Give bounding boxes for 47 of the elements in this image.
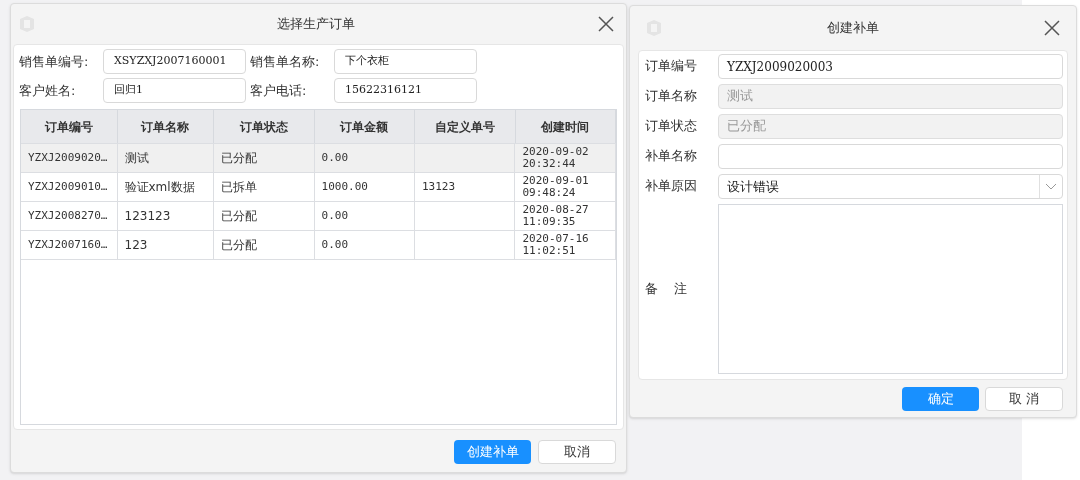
table-cell: 2020-08-27 11:09:35 (522, 204, 589, 228)
table-row[interactable]: YZXJ2008270… 123123 已分配 0.00 2020-08-27 11:09:35 (21, 201, 616, 230)
dialog-title: 创建补单 (826, 19, 880, 38)
table-cell: YZXJ2008270… (28, 210, 108, 222)
table-cell: 验证xml数据 (124, 181, 195, 193)
dialog-title: 选择生产订单 (275, 15, 356, 34)
table-cell: 已分配 (221, 152, 258, 164)
field-label: 订单名称 (645, 87, 698, 106)
chevron-down-icon (1045, 183, 1057, 190)
field-label: 备 注 (645, 279, 695, 298)
cancel-button[interactable]: 取 消 (985, 387, 1063, 411)
table-cell: 1000.00 (321, 181, 368, 193)
table-cell: YZXJ2009010… (28, 181, 108, 193)
table-cell: 已拆单 (221, 181, 258, 193)
input-field[interactable] (718, 144, 1063, 169)
table-row[interactable]: YZXJ2007160… 123 已分配 0.00 2020-07-16 11:02:51 (21, 230, 616, 259)
field-label: 订单编号 (645, 57, 698, 76)
input-field[interactable]: YZXJ2009020003 (718, 54, 1063, 79)
table-cell: 13123 (422, 181, 456, 193)
field-label: 销售单编号: (18, 52, 90, 71)
table-cell: 测试 (124, 152, 149, 164)
table-cell: 2020-07-16 11:02:51 (522, 233, 589, 257)
table-cell: YZXJ2007160… (28, 239, 108, 251)
input-field[interactable]: XSYZXJ2007160001 (103, 49, 246, 74)
field-label: 补单原因 (645, 177, 698, 196)
table-row[interactable]: YZXJ2009010… 验证xml数据 已拆单 1000.00 13123 2020-09-01 09:48:24 (21, 172, 616, 201)
dropdown-field[interactable]: 设计错误 (718, 174, 1063, 199)
cancel-button[interactable]: 取消 (538, 440, 616, 464)
table-cell: 已分配 (221, 210, 258, 222)
table-cell: 123 (124, 239, 148, 251)
field-label: 订单状态 (645, 117, 698, 136)
table-cell: YZXJ2009020… (28, 152, 108, 164)
field-label: 客户电话: (249, 81, 308, 100)
table-cell: 已分配 (221, 239, 258, 251)
table-cell: 0.00 (321, 239, 348, 251)
input-field[interactable]: 下个衣柜 (334, 49, 477, 74)
input-field[interactable]: 回归1 (103, 78, 246, 103)
field-label: 客户姓名: (18, 81, 77, 100)
table-cell: 0.00 (321, 210, 348, 222)
table-row[interactable]: YZXJ2009020… 测试 已分配 0.00 2020-09-02 20:32:44 (21, 143, 616, 172)
field-label: 补单名称 (645, 147, 698, 166)
table-cell: 2020-09-02 20:32:44 (522, 146, 589, 170)
table-cell: 123123 (124, 210, 171, 222)
input-field[interactable]: 15622316121 (334, 78, 477, 103)
table-cell: 0.00 (321, 152, 348, 164)
field-label: 销售单名称: (249, 52, 321, 71)
table-cell: 2020-09-01 09:48:24 (522, 175, 589, 199)
